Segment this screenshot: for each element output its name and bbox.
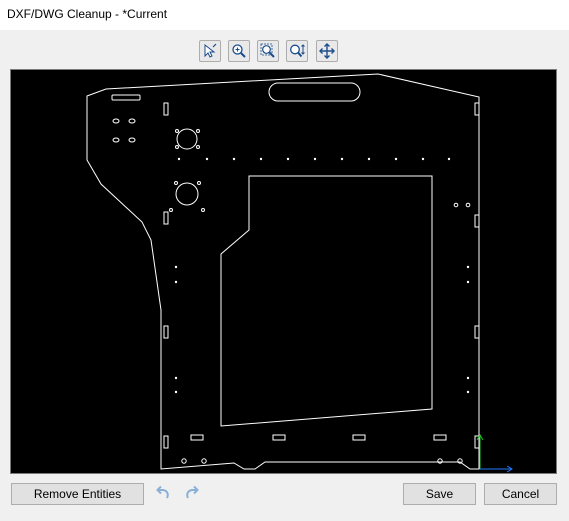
slot xyxy=(474,102,480,116)
origin-axes xyxy=(476,434,513,473)
slot xyxy=(474,325,480,339)
handle-slot xyxy=(268,82,361,102)
bearing-hole xyxy=(176,128,198,150)
slot xyxy=(163,102,169,116)
undo-icon xyxy=(154,484,172,505)
drawing-canvas[interactable] xyxy=(10,69,557,474)
zoom-fit-icon xyxy=(260,43,276,59)
slot xyxy=(163,211,169,225)
inner-cutout xyxy=(220,175,433,427)
select-cursor-icon xyxy=(202,43,218,59)
slot xyxy=(433,434,447,441)
pan-move-icon xyxy=(319,43,335,59)
slot xyxy=(163,435,169,449)
slot xyxy=(474,214,480,228)
slot xyxy=(111,94,141,101)
zoom-dynamic-button[interactable] xyxy=(286,40,308,62)
title-bar: DXF/DWG Cleanup - *Current xyxy=(0,0,569,30)
zoom-fit-button[interactable] xyxy=(257,40,279,62)
remove-entities-button[interactable]: Remove Entities xyxy=(11,483,144,505)
cancel-button[interactable]: Cancel xyxy=(484,483,557,505)
save-button[interactable]: Save xyxy=(403,483,476,505)
dxf-drawing xyxy=(86,73,513,473)
undo-button[interactable] xyxy=(152,483,174,505)
select-tool-button[interactable] xyxy=(199,40,221,62)
view-toolbar xyxy=(0,36,569,64)
slot xyxy=(272,434,286,441)
zoom-in-button[interactable] xyxy=(228,40,250,62)
slot xyxy=(163,325,169,339)
redo-button[interactable] xyxy=(181,483,203,505)
zoom-dynamic-icon xyxy=(289,43,305,59)
bearing-hole xyxy=(175,182,199,206)
zoom-in-icon xyxy=(231,43,247,59)
window-title: DXF/DWG Cleanup - *Current xyxy=(7,7,168,21)
slot xyxy=(352,434,366,441)
slot xyxy=(190,434,204,441)
redo-icon xyxy=(183,484,201,505)
hole-dots xyxy=(174,157,470,394)
pan-button[interactable] xyxy=(316,40,338,62)
